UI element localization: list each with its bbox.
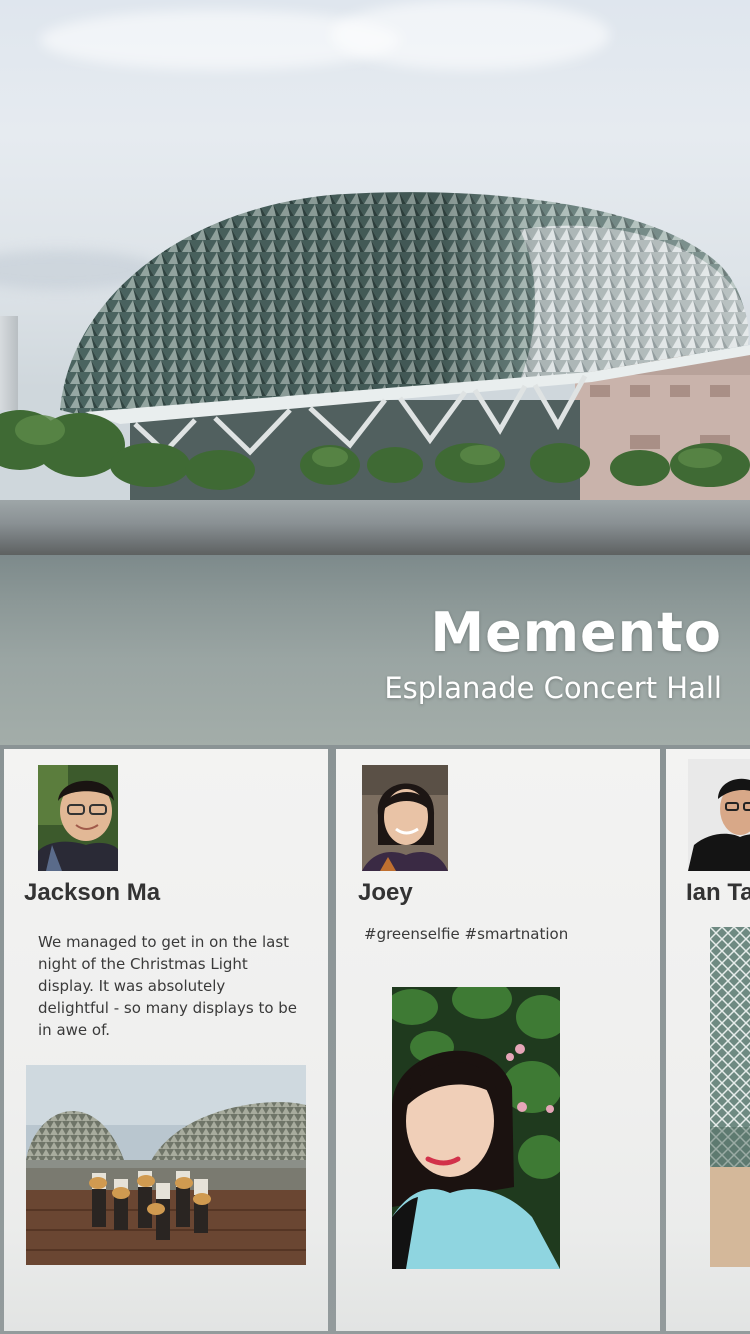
avatar-joey-image [362,765,448,871]
post-photo[interactable] [710,927,750,1267]
avatar-ian-image [688,759,750,871]
selfie-photo [392,987,560,1269]
avatar[interactable] [688,759,750,871]
memory-card[interactable]: Jackson Ma We managed to get in on the l… [4,749,328,1331]
memories-carousel[interactable]: Jackson Ma We managed to get in on the l… [0,745,750,1334]
dome-interior-photo [710,927,750,1267]
concert-hall-illustration [0,192,750,506]
group-performance-photo [26,1065,306,1265]
memory-card[interactable]: Ian Ta [666,749,750,1331]
hero-banner: Memento Esplanade Concert Hall [0,0,750,745]
post-photo[interactable] [26,1065,306,1265]
memory-card[interactable]: Joey #greenselfie #smartnation [336,749,660,1331]
post-text: We managed to get in on the last night o… [38,933,298,1039]
post-author[interactable]: Joey [358,879,413,907]
avatar-jackson-image [38,765,118,871]
title-block: Memento Esplanade Concert Hall [384,600,722,708]
waterfront-promenade [0,500,750,558]
post-author[interactable]: Ian Ta [686,879,750,907]
app-title: Memento [430,601,722,664]
location-subtitle: Esplanade Concert Hall [384,671,722,705]
avatar[interactable] [38,765,118,871]
avatar[interactable] [362,765,448,871]
post-author[interactable]: Jackson Ma [24,879,160,907]
post-photo[interactable] [392,987,560,1269]
post-text: #greenselfie #smartnation [364,925,569,943]
